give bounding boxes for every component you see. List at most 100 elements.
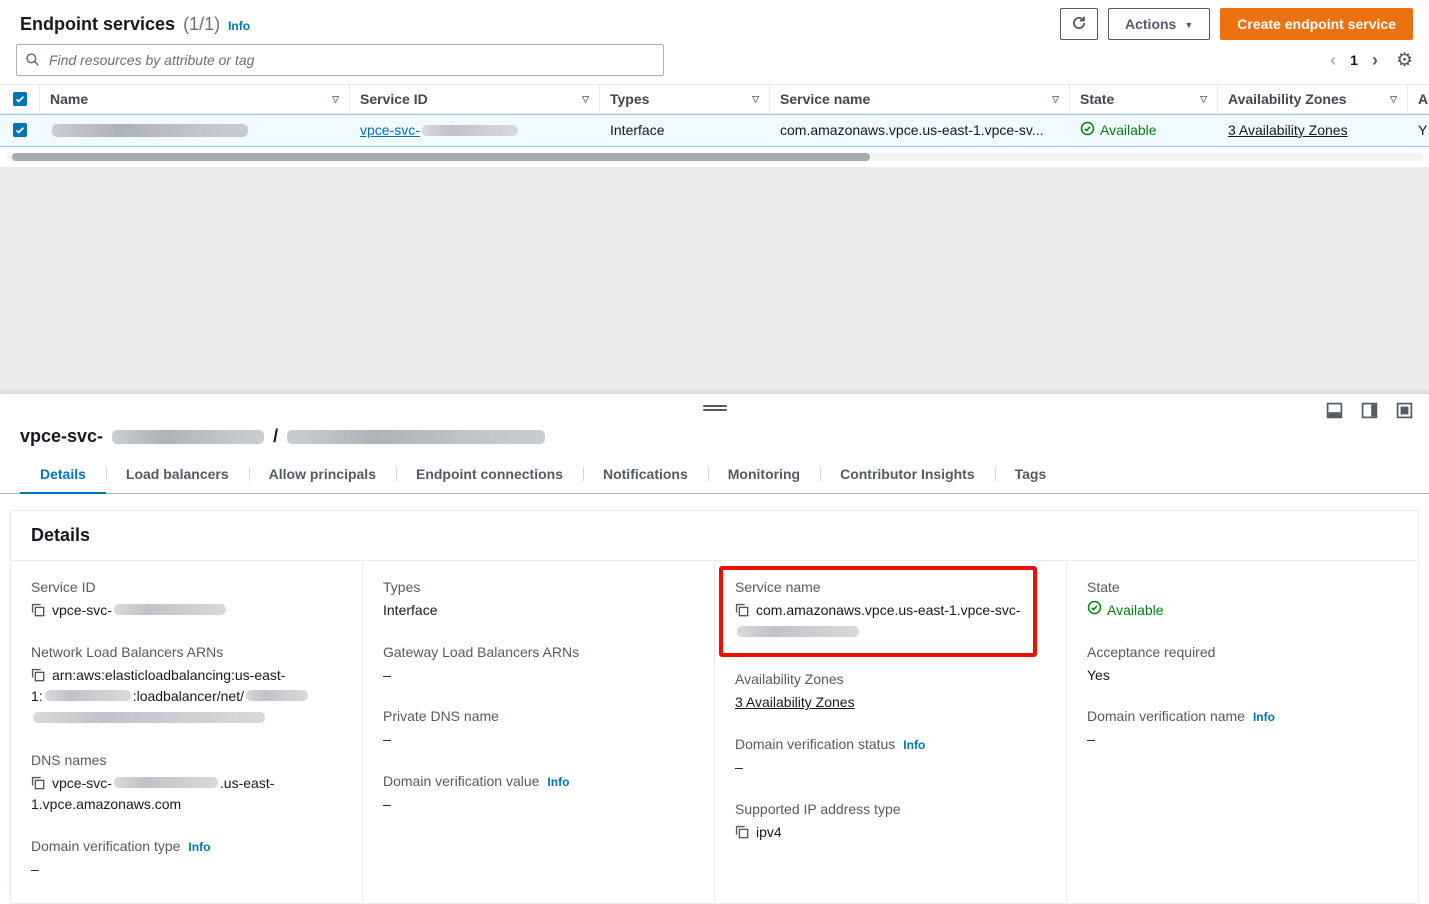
current-page: 1 [1350, 52, 1358, 68]
details-card: Details Service ID vpce-svc- Network [10, 510, 1419, 904]
actions-button[interactable]: Actions ▼ [1108, 8, 1210, 40]
details-column-1: Service ID vpce-svc- Network Load Balanc… [11, 561, 362, 903]
search-box [16, 44, 664, 76]
table-row[interactable]: vpce-svc- Interface com.amazonaws.vpce.u… [0, 114, 1429, 147]
tab-allow-principals[interactable]: Allow principals [249, 457, 396, 493]
tab-load-balancers[interactable]: Load balancers [106, 457, 249, 493]
panel-fullscreen-icon[interactable] [1396, 402, 1413, 419]
availability-zones-link[interactable]: 3 Availability Zones [735, 694, 855, 710]
redacted-value [246, 690, 308, 701]
row-checkbox[interactable] [13, 123, 27, 137]
filter-icon[interactable]: ▽ [332, 94, 339, 105]
field-domain-verification-value: Domain verification value Info – [383, 773, 694, 816]
redacted-value [45, 690, 131, 701]
details-column-4: State Available Acceptance required [1066, 561, 1418, 903]
result-count: (1/1) [183, 14, 220, 35]
create-endpoint-service-button[interactable]: Create endpoint service [1220, 8, 1413, 40]
next-page-button[interactable]: › [1372, 51, 1378, 69]
detail-tabs: Details Load balancers Allow principals … [0, 457, 1429, 494]
filter-icon[interactable]: ▽ [1200, 94, 1207, 105]
horizontal-scrollbar[interactable] [6, 153, 1423, 161]
check-circle-icon [1080, 121, 1095, 139]
panel-position-controls [1326, 402, 1413, 419]
panel-position-side-icon[interactable] [1361, 402, 1378, 419]
filter-icon[interactable]: ▽ [752, 94, 759, 105]
panel-position-bottom-icon[interactable] [1326, 402, 1343, 419]
tab-notifications[interactable]: Notifications [583, 457, 708, 493]
cell-types: Interface [600, 122, 770, 138]
details-column-3: Service name com.amazonaws.vpce.us-east-… [714, 561, 1066, 903]
redacted-name [52, 124, 248, 137]
check-circle-icon [1087, 600, 1102, 622]
cell-name [40, 124, 350, 137]
details-heading: Details [31, 525, 1398, 546]
tab-endpoint-connections[interactable]: Endpoint connections [396, 457, 583, 493]
cell-service-id: vpce-svc- [350, 122, 600, 138]
field-nlb-arns: Network Load Balancers ARNs arn:aws:elas… [31, 644, 342, 730]
pagination: ‹ 1 › [1330, 51, 1378, 69]
column-header-types[interactable]: Types ▽ [600, 85, 770, 113]
tab-details[interactable]: Details [20, 457, 106, 493]
scrollbar-thumb[interactable] [12, 153, 870, 161]
select-all-cell [0, 85, 40, 113]
info-link[interactable]: Info [547, 775, 569, 789]
tab-monitoring[interactable]: Monitoring [708, 457, 820, 493]
field-dns-names: DNS names vpce-svc-.us-east- 1.vpce.amaz… [31, 752, 342, 816]
copy-icon[interactable] [735, 603, 749, 617]
field-state: State Available [1087, 579, 1398, 622]
redacted-title-id [112, 430, 264, 444]
red-highlight-box: Service name com.amazonaws.vpce.us-east-… [719, 566, 1037, 657]
field-supported-ip-address-type: Supported IP address type ipv4 [735, 801, 1046, 844]
endpoint-services-table: Name ▽ Service ID ▽ Types ▽ Service name… [0, 84, 1429, 167]
chevron-down-icon: ▼ [1184, 20, 1193, 30]
copy-icon[interactable] [31, 668, 45, 682]
info-link[interactable]: Info [228, 19, 250, 33]
filter-icon[interactable]: ▽ [1390, 94, 1397, 105]
select-all-checkbox[interactable] [13, 92, 27, 106]
table-header: Name ▽ Service ID ▽ Types ▽ Service name… [0, 85, 1429, 114]
previous-page-button[interactable]: ‹ [1330, 51, 1336, 69]
column-header-availability-zones[interactable]: Availability Zones ▽ [1218, 85, 1408, 113]
field-private-dns-name: Private DNS name – [383, 708, 694, 751]
field-domain-verification-type: Domain verification type Info – [31, 838, 342, 881]
availability-zones-link[interactable]: 3 Availability Zones [1228, 122, 1348, 138]
column-header-state[interactable]: State ▽ [1070, 85, 1218, 113]
split-panel-resize-handle[interactable] [703, 403, 727, 413]
field-gateway-lb-arns: Gateway Load Balancers ARNs – [383, 644, 694, 687]
column-header-name[interactable]: Name ▽ [40, 85, 350, 113]
preferences-gear-icon[interactable]: ⚙ [1396, 51, 1413, 70]
info-link[interactable]: Info [903, 738, 925, 752]
column-header-service-id[interactable]: Service ID ▽ [350, 85, 600, 113]
column-header-clipped[interactable]: A [1408, 85, 1429, 113]
field-service-name: Service name com.amazonaws.vpce.us-east-… [735, 579, 1021, 643]
cell-clipped: Y [1408, 122, 1429, 138]
refresh-button[interactable] [1060, 8, 1098, 40]
cell-availability-zones: 3 Availability Zones [1218, 122, 1408, 138]
toolbar-row: ‹ 1 › ⚙ [0, 44, 1429, 84]
info-link[interactable]: Info [1253, 710, 1275, 724]
field-acceptance-required: Acceptance required Yes [1087, 644, 1398, 687]
tab-tags[interactable]: Tags [995, 457, 1067, 493]
filter-icon[interactable]: ▽ [582, 94, 589, 105]
service-id-link[interactable]: vpce-svc- [360, 122, 520, 138]
copy-icon[interactable] [31, 776, 45, 790]
copy-icon[interactable] [31, 603, 45, 617]
tab-contributor-insights[interactable]: Contributor Insights [820, 457, 995, 493]
status-badge: Available [1080, 121, 1157, 139]
cell-service-name: com.amazonaws.vpce.us-east-1.vpce-sv... [770, 122, 1070, 138]
content-background [0, 167, 1429, 393]
redacted-service-id [422, 125, 518, 136]
endpoint-services-page: Endpoint services (1/1) Info Actions ▼ C… [0, 0, 1429, 886]
search-input[interactable] [16, 44, 664, 76]
filter-icon[interactable]: ▽ [1052, 94, 1059, 105]
page-title: Endpoint services [20, 14, 175, 35]
cell-state: Available [1070, 121, 1218, 139]
details-card-header: Details [11, 511, 1418, 561]
info-link[interactable]: Info [188, 840, 210, 854]
redacted-value [737, 626, 859, 637]
redacted-title-name [287, 430, 545, 444]
copy-icon[interactable] [735, 825, 749, 839]
field-availability-zones: Availability Zones 3 Availability Zones [735, 671, 1046, 714]
column-header-service-name[interactable]: Service name ▽ [770, 85, 1070, 113]
field-domain-verification-name: Domain verification name Info – [1087, 708, 1398, 751]
